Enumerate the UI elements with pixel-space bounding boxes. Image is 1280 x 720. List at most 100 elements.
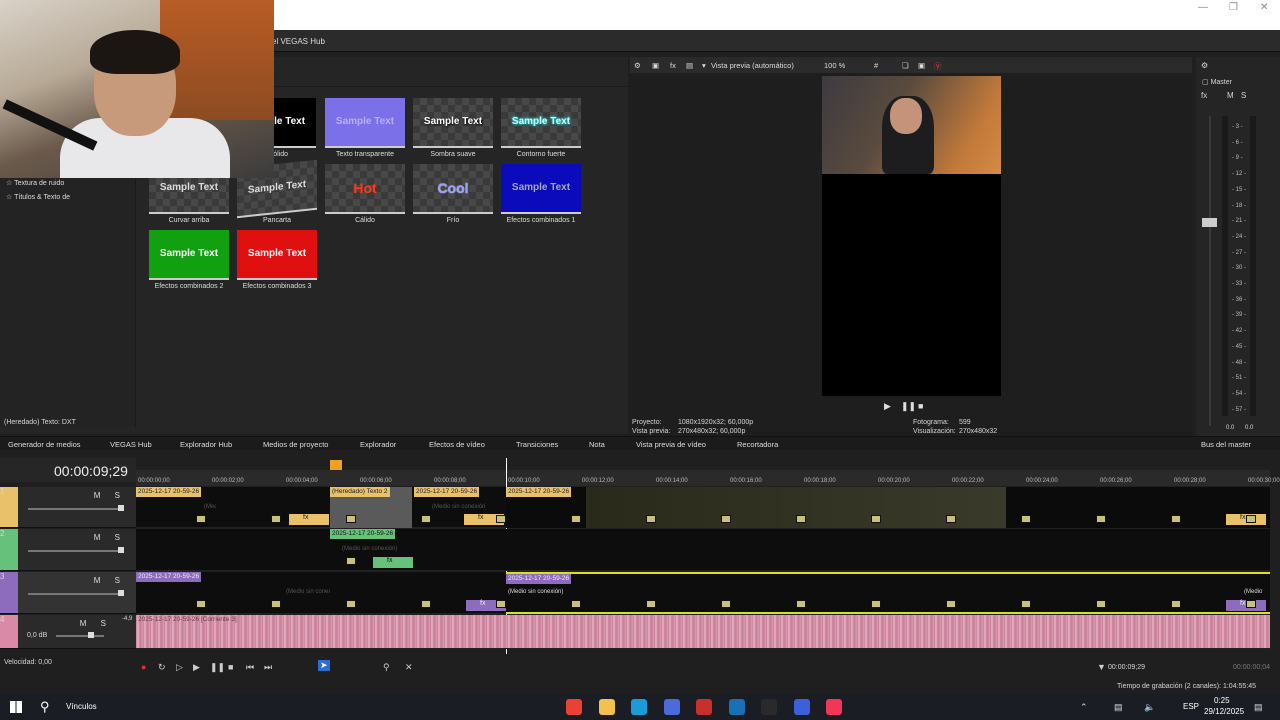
- video-clip[interactable]: 2025-12-17 20-59-26 (Medio sin conexión): [136, 572, 330, 614]
- play-icon[interactable]: ▶: [193, 662, 200, 673]
- text-clip[interactable]: (Heredado) Texto 2: [330, 487, 412, 528]
- volume-icon[interactable]: 🔈: [1144, 702, 1155, 713]
- track-slider-knob[interactable]: [118, 590, 124, 596]
- copy-icon[interactable]: ❏: [902, 61, 909, 70]
- delete-icon[interactable]: ✕: [405, 662, 413, 673]
- track-lane-1[interactable]: 2025-12-17 20-59-26 (Medio sin conexión)…: [136, 487, 1270, 528]
- mixer-mute-button[interactable]: M: [1227, 91, 1234, 100]
- taskbar-app-icon[interactable]: [728, 699, 745, 715]
- clip-fx-button[interactable]: fx: [289, 514, 329, 525]
- language-indicator[interactable]: ESP: [1183, 702, 1199, 711]
- stop-icon[interactable]: ■: [228, 662, 233, 672]
- overlay-icon[interactable]: ▤: [686, 61, 693, 70]
- loop-icon[interactable]: ↻: [158, 662, 166, 673]
- timecode-display[interactable]: 00:00:09;29: [54, 463, 128, 479]
- preset-soft-shadow-thumb[interactable]: Sample Text: [413, 98, 493, 148]
- track-opacity-slider[interactable]: [28, 508, 122, 510]
- track-slider-knob[interactable]: [118, 547, 124, 553]
- grid-icon[interactable]: #: [874, 61, 878, 70]
- marker-icon[interactable]: ▼: [1097, 662, 1106, 672]
- notifications-icon[interactable]: ▤: [1254, 702, 1263, 713]
- preview-stop-icon[interactable]: ■: [918, 401, 923, 411]
- tab-notes[interactable]: Nota: [589, 440, 605, 449]
- tab-hub-explorer[interactable]: Explorador Hub: [180, 440, 232, 449]
- gear-icon[interactable]: ⚙: [634, 61, 641, 70]
- selection-length[interactable]: 00:00:00;04: [1233, 664, 1270, 671]
- track-header-3[interactable]: 3 M S: [0, 572, 136, 614]
- clock-date[interactable]: 29/12/2025: [1204, 707, 1244, 716]
- track-header-1[interactable]: 1 M S: [0, 487, 136, 528]
- taskbar-app-icon[interactable]: [663, 699, 680, 715]
- vegas-icon[interactable]: Ⓥ: [934, 61, 942, 72]
- taskbar-app-icon[interactable]: [761, 699, 777, 715]
- loop-marker[interactable]: [330, 460, 342, 470]
- minimize-icon[interactable]: —: [1198, 2, 1208, 13]
- edit-tool-icon[interactable]: ➤: [318, 660, 330, 671]
- tab-media-generator[interactable]: Generador de medios: [8, 440, 81, 449]
- network-icon[interactable]: ▤: [1114, 702, 1123, 713]
- taskbar-app-icon[interactable]: [696, 699, 712, 715]
- tab-explorer[interactable]: Explorador: [360, 440, 396, 449]
- tab-video-fx[interactable]: Efectos de vídeo: [429, 440, 485, 449]
- preset-warm-thumb[interactable]: Hot: [325, 164, 405, 214]
- record-icon[interactable]: ●: [141, 662, 146, 672]
- tab-video-preview[interactable]: Vista previa de vídeo: [636, 440, 706, 449]
- preset-combo2-thumb[interactable]: Sample Text: [149, 230, 229, 280]
- tab-master-bus[interactable]: Bus del master: [1201, 440, 1251, 449]
- track-opacity-slider[interactable]: [28, 550, 122, 552]
- save-icon[interactable]: ▣: [918, 61, 925, 70]
- taskbar-app-icon[interactable]: [826, 699, 842, 715]
- track-mute-solo[interactable]: M S: [94, 491, 126, 500]
- audio-lane-4[interactable]: 2025-12-17 20-59-26 [Corriente 3]: [136, 615, 1270, 649]
- go-end-icon[interactable]: ⏭: [264, 662, 272, 673]
- track-mute-solo[interactable]: M S: [94, 533, 126, 542]
- tab-vegas-hub[interactable]: VEGAS Hub: [110, 440, 152, 449]
- pause-icon[interactable]: ❚❚: [210, 662, 225, 673]
- dropdown-icon[interactable]: ▾: [702, 61, 706, 70]
- search-label[interactable]: Vínculos: [66, 702, 97, 711]
- zoom-select[interactable]: 100 %: [824, 61, 845, 70]
- tree-item-noise[interactable]: ☆ Textura de ruido: [6, 179, 64, 187]
- tab-trimmer[interactable]: Recortadora: [737, 440, 778, 449]
- track-slider-knob[interactable]: [118, 505, 124, 511]
- video-clip[interactable]: 2025-12-17 20-59-26: [506, 487, 1270, 528]
- track-lane-3[interactable]: 2025-12-17 20-59-26 (Medio sin conexión)…: [136, 572, 1270, 614]
- taskbar-app-icon[interactable]: [631, 699, 647, 715]
- video-clip-selected[interactable]: 2025-12-17 20-59-26 (Medio sin conexión)…: [506, 572, 1270, 614]
- go-start-icon[interactable]: ⏮: [246, 662, 254, 673]
- master-fader-knob[interactable]: [1202, 218, 1217, 227]
- taskbar-app-icon[interactable]: [566, 699, 582, 715]
- track-header-2[interactable]: 2 M S: [0, 529, 136, 571]
- play-from-start-icon[interactable]: ▷: [176, 662, 183, 673]
- mixer-solo-button[interactable]: S: [1241, 91, 1246, 100]
- preview-mode-select[interactable]: Vista previa (automático): [711, 61, 794, 70]
- zoom-icon[interactable]: ⚲: [383, 662, 390, 673]
- track-slider-knob[interactable]: [88, 632, 94, 638]
- windows-start-icon[interactable]: [10, 701, 22, 713]
- track-mute-solo[interactable]: M S: [80, 619, 112, 628]
- mixer-settings-icon[interactable]: ⚙: [1201, 61, 1208, 70]
- close-icon[interactable]: ✕: [1260, 2, 1268, 13]
- selection-end-time[interactable]: 00:00:09;29: [1108, 664, 1145, 671]
- mixer-fx-button[interactable]: fx: [1201, 91, 1207, 100]
- taskbar-app-icon[interactable]: [793, 699, 810, 715]
- tree-item-titles[interactable]: ☆ Títulos & Texto de: [6, 193, 70, 201]
- track-opacity-slider[interactable]: [28, 593, 122, 595]
- split-icon[interactable]: ▣: [652, 61, 659, 70]
- tray-chevron-icon[interactable]: ⌃: [1080, 702, 1088, 713]
- track-volume-slider[interactable]: [56, 635, 104, 637]
- preview-pause-icon[interactable]: ❚❚: [901, 401, 916, 412]
- search-icon[interactable]: ⚲: [40, 699, 50, 715]
- preset-transparent-thumb[interactable]: Sample Text: [325, 98, 405, 148]
- preset-cold-thumb[interactable]: Cool: [413, 164, 493, 214]
- track-header-4[interactable]: 4 M S 0,0 dB -4,9: [0, 615, 136, 649]
- clip-fx-button[interactable]: fx: [373, 557, 413, 568]
- track-mute-solo[interactable]: M S: [94, 576, 126, 585]
- restore-icon[interactable]: ❐: [1229, 2, 1238, 13]
- preset-combo3-thumb[interactable]: Sample Text: [237, 230, 317, 280]
- preset-combo1-thumb[interactable]: Sample Text: [501, 164, 581, 214]
- preset-outline-thumb[interactable]: Sample Text: [501, 98, 581, 148]
- clock-time[interactable]: 0:25: [1214, 696, 1230, 705]
- fx-icon[interactable]: fx: [670, 61, 676, 70]
- taskbar-app-icon[interactable]: [598, 699, 615, 715]
